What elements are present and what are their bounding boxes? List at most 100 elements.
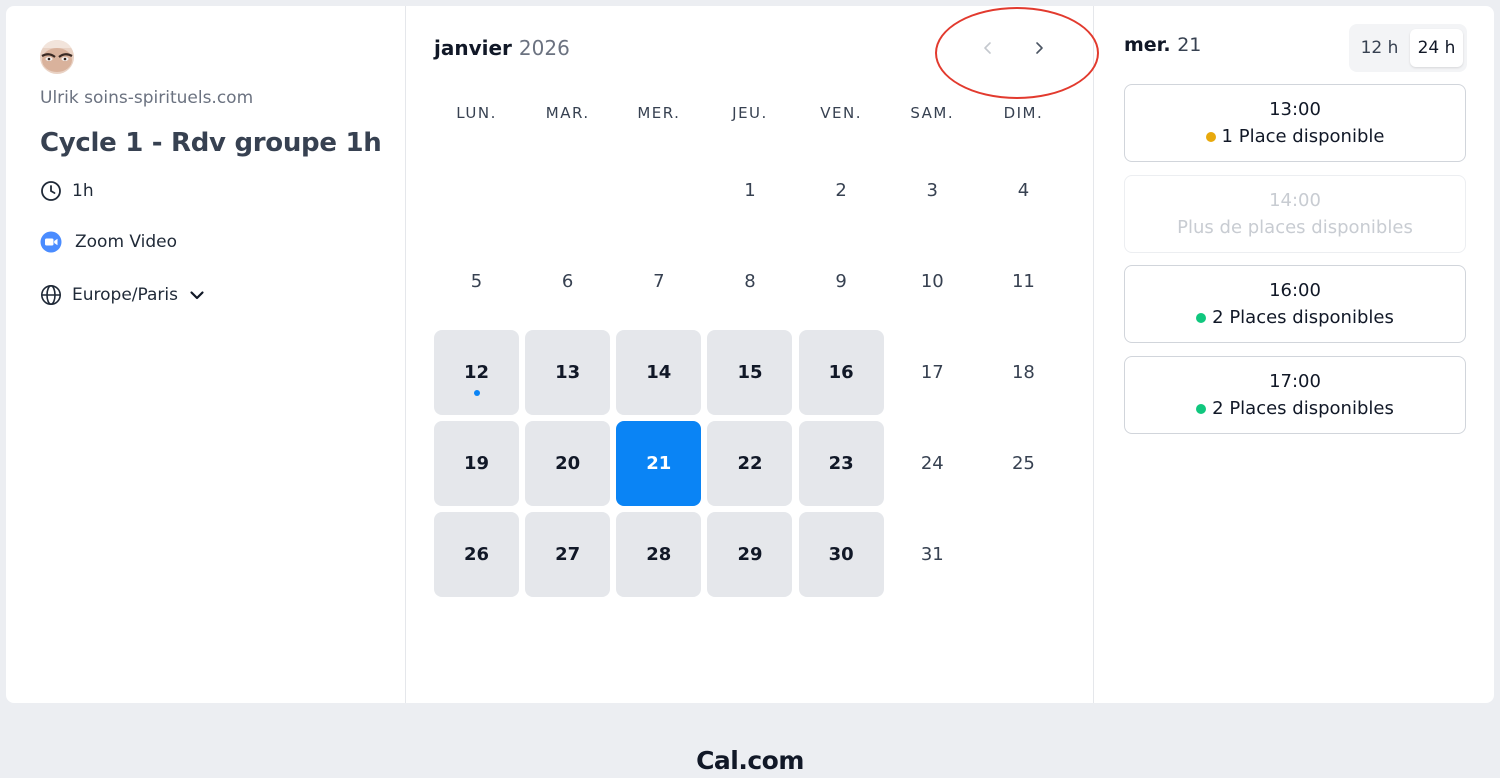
today-indicator-dot — [473, 390, 480, 396]
availability-dot — [1205, 131, 1216, 142]
day-cell[interactable]: 26 — [434, 512, 519, 597]
time-slot-button: 14:00 Plus de places disponibles — [1124, 175, 1466, 253]
day-number: 7 — [653, 271, 665, 292]
day-grid: 1 2 3 4 5 6 7 8 9 10 11 12 13 14 15 16 17 18 19 20 21 22 23 24 2… — [434, 148, 1066, 597]
time-format-24h[interactable]: 24 h — [1410, 29, 1463, 67]
month-label: janvier — [434, 36, 512, 60]
slot-availability: Plus de places disponibles — [1177, 217, 1413, 238]
day-cell: 6 — [525, 239, 610, 324]
day-number: 29 — [737, 544, 763, 565]
day-number: 30 — [828, 544, 854, 565]
day-cell[interactable]: 27 — [525, 512, 611, 597]
slot-availability: 2 Places disponibles — [1196, 398, 1394, 419]
availability-label: Plus de places disponibles — [1177, 217, 1413, 238]
day-number: 17 — [920, 362, 944, 383]
previous-month-button[interactable] — [971, 33, 1005, 67]
availability-label: 2 Places disponibles — [1212, 398, 1394, 419]
day-cell: 3 — [890, 148, 975, 233]
slot-time: 13:00 — [1269, 99, 1321, 120]
day-cell[interactable]: 20 — [525, 421, 611, 506]
availability-dot — [1196, 312, 1207, 323]
day-cell[interactable]: 19 — [434, 421, 519, 506]
calendar-panel: janvier 2026 LUN. MAR. MER. JEU. VEN. SAM. DIM… — [406, 6, 1099, 703]
time-slot-button[interactable]: 16:00 2 Places disponibles — [1124, 265, 1466, 343]
day-cell: 7 — [616, 239, 701, 324]
day-cell-selected[interactable]: 21 — [616, 421, 702, 506]
day-number: 9 — [835, 271, 847, 292]
weekday-label: LUN. — [456, 104, 497, 122]
location-label: Zoom Video — [75, 232, 178, 252]
year-label: 2026 — [518, 36, 570, 60]
day-cell[interactable]: 15 — [707, 330, 793, 415]
slot-time: 17:00 — [1269, 371, 1321, 392]
day-number: 24 — [920, 453, 944, 474]
day-number: 14 — [646, 362, 672, 383]
day-number: 22 — [737, 453, 763, 474]
day-cell[interactable]: 28 — [616, 512, 702, 597]
day-cell: 17 — [890, 330, 975, 415]
timezone-selector[interactable]: Europe/Paris — [40, 283, 208, 307]
day-number: 18 — [1011, 362, 1035, 383]
event-title: Cycle 1 - Rdv groupe 1h — [40, 128, 382, 158]
globe-icon — [40, 284, 62, 306]
time-format-12h[interactable]: 12 h — [1353, 29, 1406, 67]
day-cell: 25 — [981, 421, 1066, 506]
day-number: 26 — [463, 544, 490, 565]
chevron-down-icon — [186, 284, 208, 306]
time-slot-button[interactable]: 17:00 2 Places disponibles — [1124, 356, 1466, 434]
weekday-label: VEN. — [820, 104, 862, 122]
day-number: 3 — [926, 180, 938, 201]
day-number: 31 — [920, 544, 944, 565]
day-number: 15 — [737, 362, 763, 383]
day-number: 2 — [835, 180, 847, 201]
day-cell[interactable]: 29 — [707, 512, 793, 597]
event-duration: 1h — [40, 179, 94, 203]
day-number: 6 — [561, 271, 574, 292]
next-month-button[interactable] — [1022, 33, 1056, 67]
day-number: 27 — [555, 544, 581, 565]
day-cell: 4 — [981, 148, 1066, 233]
day-cell[interactable]: 22 — [707, 421, 793, 506]
organizer-name: Ulrik soins-spirituels.com — [40, 88, 254, 108]
day-number: 21 — [646, 453, 672, 474]
weekday-label: MER. — [637, 104, 681, 122]
duration-label: 1h — [72, 181, 94, 201]
weekday-label: SAM. — [910, 104, 955, 122]
day-cell[interactable]: 23 — [798, 421, 884, 506]
empty-day-cell — [434, 148, 519, 233]
weekday-label: JEU. — [732, 104, 768, 122]
day-cell: 11 — [981, 239, 1066, 324]
day-cell: 18 — [981, 330, 1066, 415]
day-cell[interactable]: 12 — [434, 330, 519, 415]
weekday-label: DIM. — [1003, 104, 1044, 122]
day-number: 19 — [463, 453, 490, 474]
day-cell[interactable]: 13 — [525, 330, 611, 415]
time-slot-button[interactable]: 13:00 1 Place disponible — [1124, 84, 1466, 162]
slot-time: 14:00 — [1269, 190, 1321, 211]
day-number: 12 — [463, 362, 490, 383]
empty-day-cell — [616, 148, 701, 233]
slot-time: 16:00 — [1269, 280, 1321, 301]
day-cell: 9 — [799, 239, 884, 324]
day-cell: 2 — [799, 148, 884, 233]
time-slots-panel: mer. 21 12 h 24 h 13:00 1 Place disponibl… — [1094, 6, 1494, 703]
day-number: 11 — [1011, 271, 1035, 292]
day-cell: 31 — [890, 512, 975, 597]
day-number: 16 — [828, 362, 854, 383]
day-number: 23 — [828, 453, 854, 474]
availability-label: 1 Place disponible — [1221, 126, 1385, 147]
day-cell[interactable]: 30 — [798, 512, 884, 597]
day-cell: 10 — [890, 239, 975, 324]
day-cell[interactable]: 16 — [798, 330, 884, 415]
day-number: 5 — [470, 271, 483, 292]
annotation-circle — [935, 7, 1099, 99]
chevron-right-icon — [1031, 40, 1047, 60]
day-cell[interactable]: 14 — [616, 330, 702, 415]
day-number: 20 — [555, 453, 581, 474]
selected-weekday: mer. — [1124, 34, 1171, 56]
day-number: 28 — [646, 544, 672, 565]
clock-icon — [40, 180, 62, 202]
weekday-label: MAR. — [545, 104, 590, 122]
selected-day-number: 21 — [1177, 34, 1202, 56]
selected-date-heading: mer. 21 — [1124, 34, 1201, 56]
